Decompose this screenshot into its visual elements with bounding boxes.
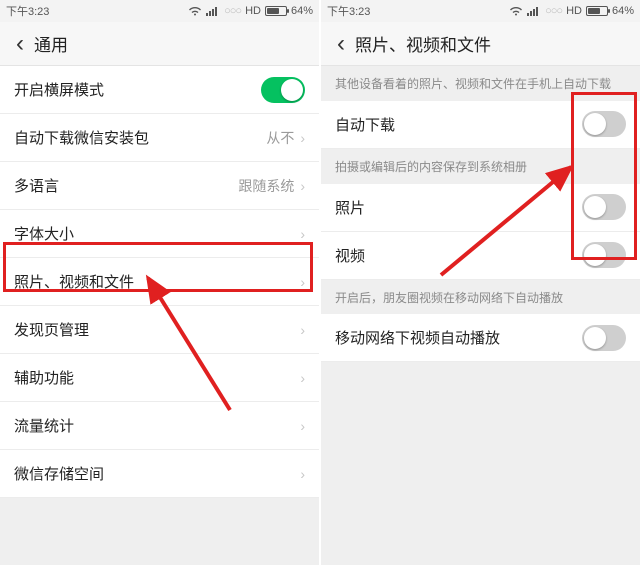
settings-list: 开启横屏模式 自动下载微信安装包 从不 › 多语言 跟随系统 ›: [0, 66, 319, 498]
row-landscape[interactable]: 开启横屏模式: [0, 66, 319, 114]
row-media-files[interactable]: 照片、视频和文件 ›: [0, 258, 319, 306]
toggle-video[interactable]: [582, 242, 626, 268]
wifi-icon: [188, 6, 202, 16]
status-time: 下午3:23: [327, 3, 370, 19]
row-value: 从不: [266, 128, 294, 148]
statusbar: 下午3:23 ○○○ HD 64%: [0, 0, 319, 22]
section-note: 其他设备看着的照片、视频和文件在手机上自动下载: [321, 66, 640, 101]
hd-indicator: HD: [245, 5, 261, 17]
chevron-right-icon: ›: [300, 226, 305, 242]
row-storage[interactable]: 微信存储空间 ›: [0, 450, 319, 498]
section-note: 开启后，朋友圈视频在移动网络下自动播放: [321, 280, 640, 315]
wifi-icon: [509, 6, 523, 16]
row-accessibility[interactable]: 辅助功能 ›: [0, 354, 319, 402]
row-discover[interactable]: 发现页管理 ›: [0, 306, 319, 354]
chevron-right-icon: ›: [300, 130, 305, 146]
signal-icon: [206, 6, 220, 16]
row-value: 跟随系统: [238, 176, 294, 196]
hd-indicator: HD: [566, 5, 582, 17]
chevron-right-icon: ›: [300, 322, 305, 338]
row-label: 字体大小: [14, 223, 74, 244]
battery-percent: 64%: [612, 5, 634, 17]
row-label: 移动网络下视频自动播放: [335, 327, 500, 348]
back-button[interactable]: ‹: [6, 22, 34, 66]
section-note: 拍摄或编辑后的内容保存到系统相册: [321, 149, 640, 184]
row-label: 照片、视频和文件: [14, 271, 134, 292]
row-video[interactable]: 视频: [321, 232, 640, 280]
row-label: 发现页管理: [14, 319, 89, 340]
row-label: 微信存储空间: [14, 463, 104, 484]
toggle-auto-download[interactable]: [582, 111, 626, 137]
chevron-right-icon: ›: [300, 466, 305, 482]
signal-icon: [527, 6, 541, 16]
chevron-right-icon: ›: [300, 418, 305, 434]
titlebar: ‹ 照片、视频和文件: [321, 22, 640, 66]
row-traffic[interactable]: 流量统计 ›: [0, 402, 319, 450]
statusbar: 下午3:23 ○○○ HD 64%: [321, 0, 640, 22]
phone-right: 下午3:23 ○○○ HD 64% ‹: [321, 0, 640, 565]
titlebar: ‹ 通用: [0, 22, 319, 66]
row-label: 开启横屏模式: [14, 79, 104, 100]
page-title: 通用: [34, 31, 68, 56]
chevron-right-icon: ›: [300, 370, 305, 386]
phone-left: 下午3:23 ○○○ HD 64% ‹: [0, 0, 319, 565]
row-label: 多语言: [14, 175, 59, 196]
row-label: 自动下载: [335, 114, 395, 135]
row-font-size[interactable]: 字体大小 ›: [0, 210, 319, 258]
row-auto-download[interactable]: 自动下载: [321, 101, 640, 149]
page-title: 照片、视频和文件: [355, 31, 491, 56]
row-label: 照片: [335, 197, 365, 218]
row-label: 视频: [335, 245, 365, 266]
row-auto-update[interactable]: 自动下载微信安装包 从不 ›: [0, 114, 319, 162]
battery-percent: 64%: [291, 5, 313, 17]
status-time: 下午3:23: [6, 3, 49, 19]
battery-icon: [265, 6, 287, 16]
toggle-landscape[interactable]: [261, 77, 305, 103]
row-label: 辅助功能: [14, 367, 74, 388]
chevron-right-icon: ›: [300, 178, 305, 194]
battery-icon: [586, 6, 608, 16]
toggle-photo[interactable]: [582, 194, 626, 220]
row-mobile-autoplay[interactable]: 移动网络下视频自动播放: [321, 314, 640, 362]
row-language[interactable]: 多语言 跟随系统 ›: [0, 162, 319, 210]
status-dots: ○○○: [545, 5, 562, 17]
chevron-right-icon: ›: [300, 274, 305, 290]
back-button[interactable]: ‹: [327, 22, 355, 66]
row-photo[interactable]: 照片: [321, 184, 640, 232]
status-dots: ○○○: [224, 5, 241, 17]
row-label: 流量统计: [14, 415, 74, 436]
toggle-mobile-autoplay[interactable]: [582, 325, 626, 351]
row-label: 自动下载微信安装包: [14, 127, 149, 148]
